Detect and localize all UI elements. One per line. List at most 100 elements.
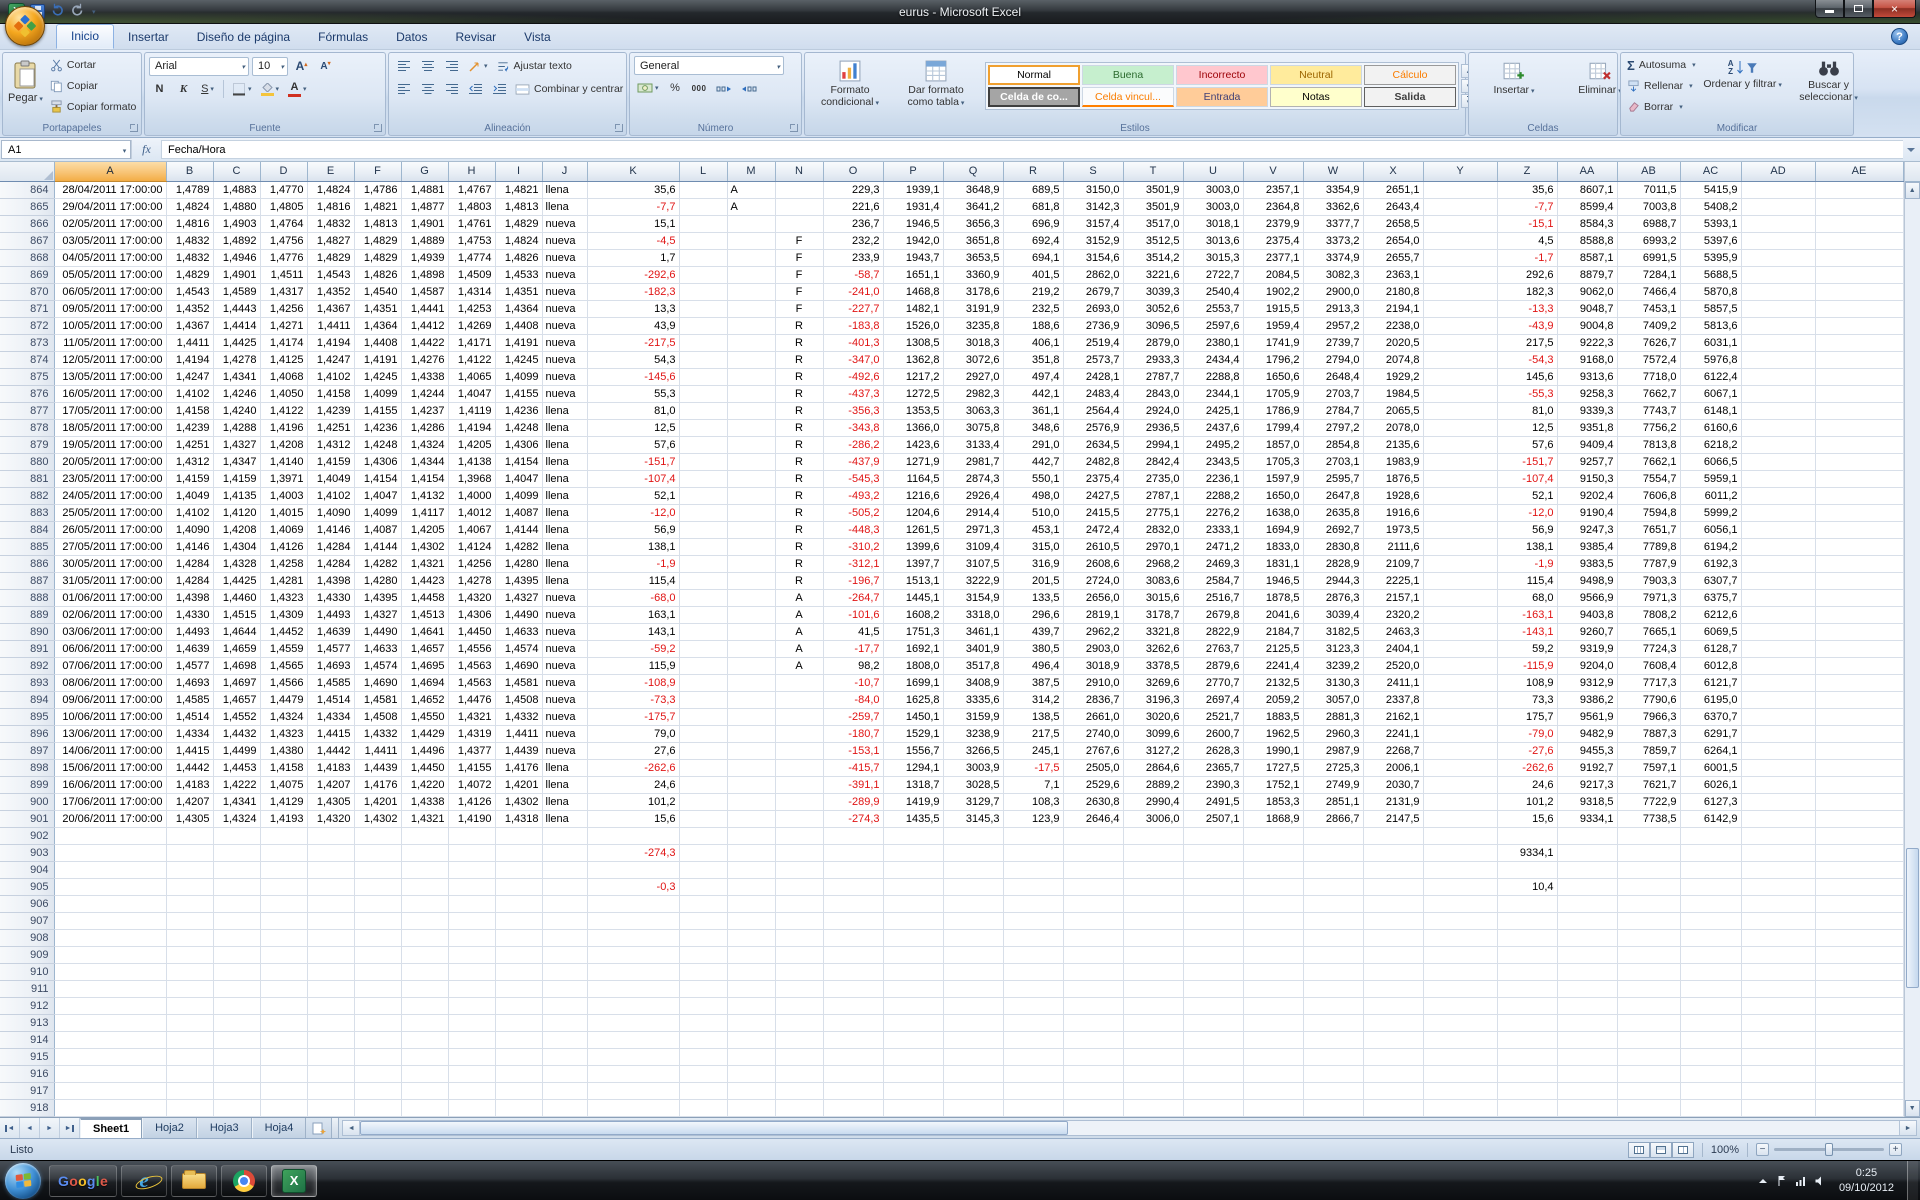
cell[interactable] (727, 300, 775, 317)
cell[interactable]: 291,0 (1003, 436, 1063, 453)
cell[interactable]: 2020,5 (1363, 334, 1423, 351)
cell[interactable]: 1,4099 (354, 385, 401, 402)
cell[interactable]: 1,4514 (307, 691, 354, 708)
cell[interactable]: 498,0 (1003, 487, 1063, 504)
cell[interactable]: 1,4479 (260, 691, 307, 708)
row-header-906[interactable]: 906 (0, 895, 54, 912)
cell[interactable] (587, 963, 679, 980)
cell[interactable] (542, 1082, 587, 1099)
cell[interactable]: 1,4693 (166, 674, 213, 691)
cell[interactable] (727, 810, 775, 827)
cell[interactable]: 1308,5 (883, 334, 943, 351)
cell[interactable]: 3123,3 (1303, 640, 1363, 657)
vertical-scroll-thumb[interactable] (1906, 848, 1920, 988)
cell[interactable]: 2225,1 (1363, 572, 1423, 589)
cell[interactable]: 1,4493 (307, 606, 354, 623)
cell[interactable]: 5408,2 (1680, 198, 1741, 215)
cell[interactable]: 2879,0 (1123, 334, 1183, 351)
cell[interactable]: 1,4125 (260, 351, 307, 368)
cell[interactable]: 1,4695 (401, 657, 448, 674)
cell[interactable]: 1,4330 (166, 606, 213, 623)
cell[interactable] (775, 708, 823, 725)
cell[interactable] (307, 1082, 354, 1099)
cell[interactable] (1741, 861, 1815, 878)
cell[interactable]: 1,4117 (401, 504, 448, 521)
cell[interactable] (1423, 283, 1497, 300)
ribbon-tab-Vista[interactable]: Vista (510, 26, 564, 49)
cell[interactable] (1003, 1031, 1063, 1048)
cell[interactable]: 1,4194 (307, 334, 354, 351)
cell[interactable] (213, 929, 260, 946)
cell[interactable] (1003, 1065, 1063, 1082)
cell[interactable] (1423, 657, 1497, 674)
cell[interactable] (1741, 402, 1815, 419)
row-header-878[interactable]: 878 (0, 419, 54, 436)
cell[interactable] (883, 1048, 943, 1065)
previous-sheet-button[interactable] (20, 1118, 40, 1138)
cell[interactable]: 232,5 (1003, 300, 1063, 317)
cell[interactable] (1363, 963, 1423, 980)
cell[interactable] (1557, 1048, 1617, 1065)
cell[interactable]: 3154,9 (943, 589, 1003, 606)
cell[interactable] (1617, 1014, 1680, 1031)
cell[interactable] (1815, 266, 1903, 283)
column-header-N[interactable]: N (775, 162, 823, 181)
cell[interactable]: 1,4641 (401, 623, 448, 640)
cell[interactable]: 3039,3 (1123, 283, 1183, 300)
cell[interactable]: 3222,9 (943, 572, 1003, 589)
cell[interactable]: 3096,5 (1123, 317, 1183, 334)
cell[interactable]: 2180,8 (1363, 283, 1423, 300)
cell[interactable]: 12,5 (1497, 419, 1557, 436)
cell[interactable] (1815, 504, 1903, 521)
column-header-B[interactable]: B (166, 162, 213, 181)
cell[interactable]: 1,4284 (166, 555, 213, 572)
cell[interactable] (1741, 232, 1815, 249)
cell[interactable] (1617, 929, 1680, 946)
cell[interactable] (1423, 674, 1497, 691)
cell[interactable] (1183, 1031, 1243, 1048)
cell[interactable]: -448,3 (823, 521, 883, 538)
cell[interactable] (1815, 759, 1903, 776)
network-icon[interactable] (1795, 1175, 1807, 1187)
row-header-889[interactable]: 889 (0, 606, 54, 623)
cell[interactable]: 1,4099 (495, 487, 542, 504)
cell[interactable]: 496,4 (1003, 657, 1063, 674)
cell[interactable] (679, 776, 727, 793)
cell[interactable]: 1261,5 (883, 521, 943, 538)
cell[interactable]: 6011,2 (1680, 487, 1741, 504)
cell[interactable] (1557, 1065, 1617, 1082)
cell[interactable] (495, 963, 542, 980)
cell[interactable] (679, 198, 727, 215)
cell[interactable]: 06/05/2011 17:00:00 (54, 283, 166, 300)
cell[interactable] (823, 861, 883, 878)
column-header-A[interactable]: A (54, 162, 166, 181)
cell[interactable]: 1650,6 (1243, 368, 1303, 385)
underline-button[interactable]: S (197, 79, 218, 99)
column-header-AB[interactable]: AB (1617, 162, 1680, 181)
cell[interactable] (823, 1031, 883, 1048)
cell[interactable]: 1,4367 (166, 317, 213, 334)
cell[interactable]: 1,4334 (307, 708, 354, 725)
cell[interactable] (307, 1099, 354, 1116)
cell[interactable]: 1,4176 (495, 759, 542, 776)
cell[interactable] (1243, 1031, 1303, 1048)
cell[interactable] (775, 674, 823, 691)
cell[interactable]: 1597,9 (1243, 470, 1303, 487)
cell[interactable] (1363, 912, 1423, 929)
cell[interactable] (587, 929, 679, 946)
cell[interactable] (213, 912, 260, 929)
cell[interactable]: 1,4306 (495, 436, 542, 453)
cell[interactable] (1303, 1065, 1363, 1082)
cell[interactable]: -227,7 (823, 300, 883, 317)
cell[interactable]: 133,5 (1003, 589, 1063, 606)
cell[interactable] (883, 895, 943, 912)
row-header-893[interactable]: 893 (0, 674, 54, 691)
cell[interactable]: 1,4245 (495, 351, 542, 368)
cell[interactable] (1815, 895, 1903, 912)
cell[interactable]: 2643,4 (1363, 198, 1423, 215)
column-header-U[interactable]: U (1183, 162, 1243, 181)
cell[interactable] (1123, 946, 1183, 963)
cell[interactable]: 08/06/2011 17:00:00 (54, 674, 166, 691)
cell[interactable]: 1,4324 (213, 810, 260, 827)
cell[interactable] (1363, 1099, 1423, 1116)
